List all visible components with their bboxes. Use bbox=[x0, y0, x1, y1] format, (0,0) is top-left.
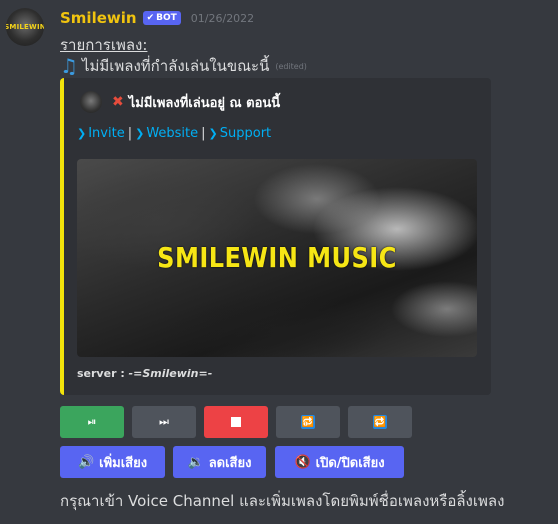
avatar-label: SMILEWIN bbox=[6, 23, 44, 31]
link-separator: | bbox=[201, 126, 206, 141]
stop-button[interactable] bbox=[204, 406, 268, 438]
repeat-one-button[interactable]: 🔂 bbox=[276, 406, 340, 438]
repeat-icon: 🔁 bbox=[373, 415, 387, 429]
bot-tag: ✔ BOT bbox=[142, 11, 181, 25]
volume-down-label: ลดเสียง bbox=[208, 455, 252, 471]
mute-toggle-button[interactable]: 🔇 เปิด/ปิดเสียง bbox=[275, 446, 404, 478]
embed-links: ❯ Invite | ❯ Website | ❯ Support bbox=[77, 126, 271, 141]
invite-link-label: Invite bbox=[88, 126, 125, 141]
website-link[interactable]: ❯ Website bbox=[135, 126, 198, 141]
repeat-button[interactable]: 🔁 bbox=[348, 406, 412, 438]
link-separator: | bbox=[127, 126, 133, 141]
invite-link[interactable]: ❯ Invite bbox=[77, 126, 125, 141]
now-playing-line: ♫ ไม่มีเพลงที่กำลังเล่นในขณะนี้ (edited) bbox=[60, 54, 307, 78]
message-header: Smilewin ✔ BOT 01/26/2022 bbox=[60, 9, 254, 27]
skip-button[interactable]: ⏭ bbox=[132, 406, 196, 438]
embed-author: ✖ ไม่มีเพลงที่เล่นอยู่ ณ ตอนนี้ bbox=[80, 91, 280, 113]
volume-down-icon: 🔉 bbox=[187, 454, 204, 470]
support-link-label: Support bbox=[219, 126, 272, 141]
cross-mark-icon: ✖ bbox=[112, 94, 124, 110]
chevron-right-icon: ❯ bbox=[77, 127, 87, 140]
volume-up-icon: 🔊 bbox=[77, 454, 95, 470]
volume-down-button[interactable]: 🔉 ลดเสียง bbox=[173, 446, 266, 478]
instruction-text: กรุณาเข้า Voice Channel และเพิ่มเพลงโดยพ… bbox=[60, 492, 505, 510]
play-pause-button[interactable]: ⏯ bbox=[60, 406, 124, 438]
mute-toggle-label: เปิด/ปิดเสียง bbox=[315, 455, 385, 471]
username[interactable]: Smilewin bbox=[60, 9, 137, 27]
embed-author-text: ไม่มีเพลงที่เล่นอยู่ ณ ตอนนี้ bbox=[128, 95, 281, 111]
bot-tag-label: BOT bbox=[156, 13, 177, 23]
embed-footer: server : -=Smilewin=- bbox=[77, 367, 212, 380]
volume-up-label: เพิ่มเสียง bbox=[99, 455, 148, 471]
footer-server-name: -=Smilewin=- bbox=[128, 367, 213, 380]
edited-label: (edited) bbox=[275, 61, 307, 71]
volume-up-button[interactable]: 🔊 เพิ่มเสียง bbox=[60, 446, 165, 478]
author-avatar bbox=[80, 91, 102, 113]
skip-icon: ⏭ bbox=[159, 415, 169, 428]
timestamp: 01/26/2022 bbox=[190, 11, 255, 25]
play-pause-icon: ⏯ bbox=[87, 415, 97, 428]
musical-note-icon: ♫ bbox=[60, 54, 78, 78]
check-icon: ✔ bbox=[146, 13, 155, 23]
stop-icon bbox=[231, 417, 241, 427]
chevron-right-icon: ❯ bbox=[135, 127, 145, 140]
footer-prefix: server : bbox=[77, 367, 129, 380]
music-embed: ✖ ไม่มีเพลงที่เล่นอยู่ ณ ตอนนี้ ❯ Invite… bbox=[60, 78, 491, 395]
bot-avatar[interactable]: SMILEWIN bbox=[6, 8, 44, 46]
support-link[interactable]: ❯ Support bbox=[209, 126, 272, 141]
now-playing-text: ไม่มีเพลงที่กำลังเล่นในขณะนี้ bbox=[81, 57, 270, 75]
chevron-right-icon: ❯ bbox=[208, 127, 218, 140]
mute-icon: 🔇 bbox=[294, 454, 311, 470]
embed-banner-image[interactable]: SMILEWIN MUSIC bbox=[77, 159, 477, 357]
repeat-one-icon: 🔂 bbox=[301, 415, 315, 429]
website-link-label: Website bbox=[146, 126, 199, 141]
banner-title: SMILEWIN MUSIC bbox=[157, 241, 397, 274]
